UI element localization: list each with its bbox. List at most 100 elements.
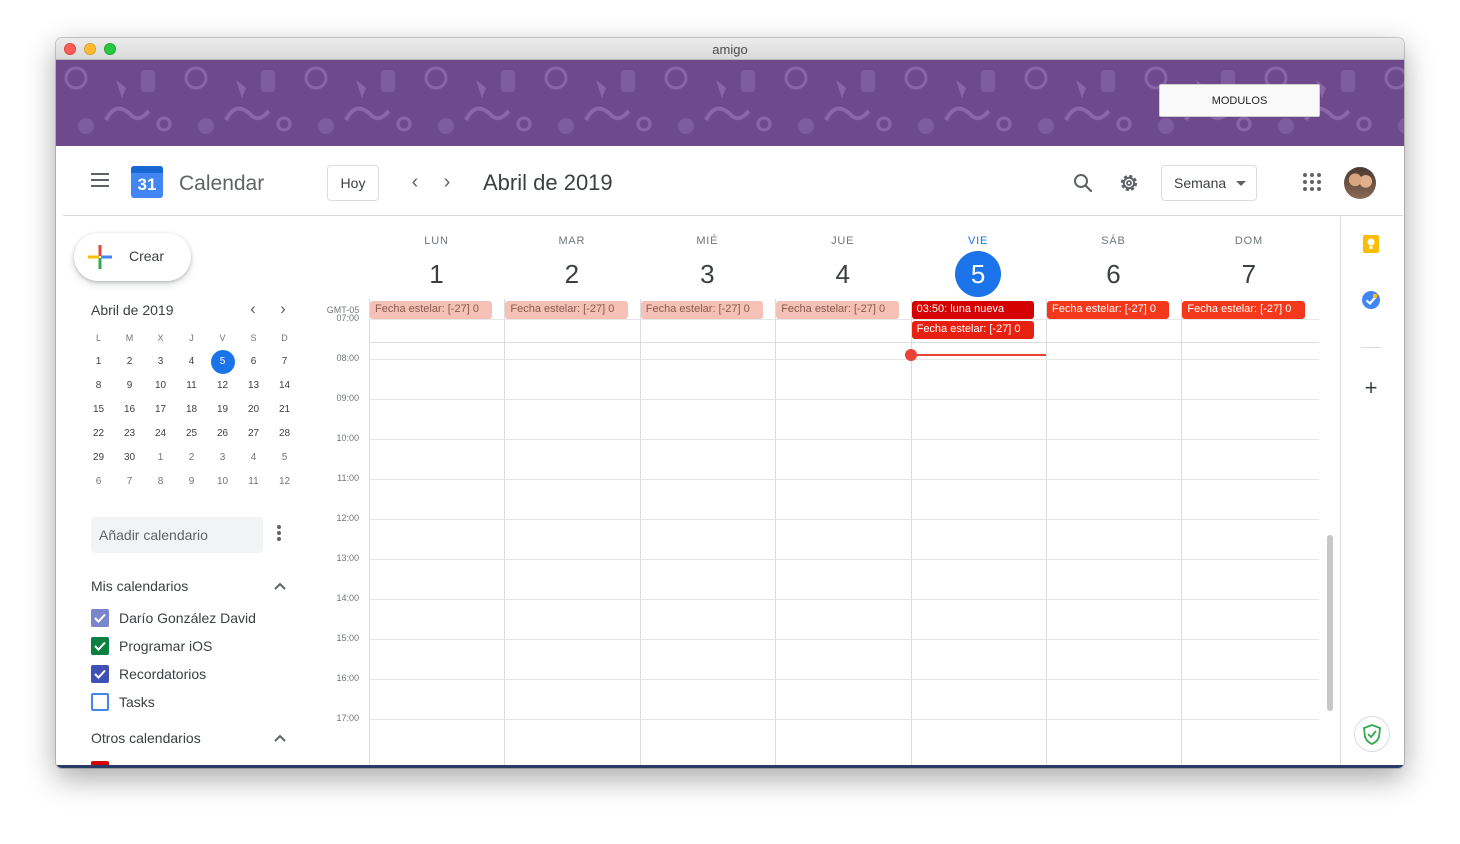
mini-day[interactable]: 1 <box>145 446 176 470</box>
mini-day[interactable]: 3 <box>145 350 176 374</box>
day-header[interactable]: SÁB 6 <box>1046 217 1181 297</box>
mini-day[interactable]: 9 <box>114 374 145 398</box>
day-number[interactable]: 2 <box>549 251 595 297</box>
mini-day[interactable]: 24 <box>145 422 176 446</box>
mini-day[interactable]: 30 <box>114 446 145 470</box>
day-number[interactable]: 5 <box>955 251 1002 297</box>
other-calendar-checkbox[interactable] <box>91 761 109 765</box>
shield-icon[interactable] <box>1354 716 1390 752</box>
calendar-checkbox[interactable] <box>91 693 109 711</box>
more-options-icon[interactable] <box>277 525 281 541</box>
gear-icon[interactable] <box>1117 171 1141 195</box>
chevron-left-icon[interactable]: ‹ <box>243 299 263 319</box>
mini-day[interactable]: 26 <box>207 422 238 446</box>
mini-day[interactable]: 6 <box>238 350 269 374</box>
mini-day[interactable]: 12 <box>207 374 238 398</box>
day-number[interactable]: 4 <box>820 251 866 297</box>
mini-day[interactable]: 22 <box>83 422 114 446</box>
scrollbar[interactable] <box>1327 535 1333 711</box>
chevron-up-icon[interactable] <box>273 579 287 593</box>
mini-day[interactable]: 5 <box>269 446 300 470</box>
add-calendar-input[interactable]: Añadir calendario <box>91 517 263 553</box>
mini-day[interactable]: 8 <box>145 470 176 494</box>
allday-event[interactable]: Fecha estelar: [-27] 0 <box>370 301 493 319</box>
mini-day[interactable]: 7 <box>114 470 145 494</box>
menu-icon[interactable] <box>91 173 109 187</box>
mini-day[interactable]: 19 <box>207 398 238 422</box>
day-number[interactable]: 6 <box>1091 251 1137 297</box>
day-header[interactable]: VIE 5 <box>911 217 1046 297</box>
mini-day[interactable]: 9 <box>176 470 207 494</box>
mini-day[interactable]: 25 <box>176 422 207 446</box>
mini-day[interactable]: 13 <box>238 374 269 398</box>
other-calendars-title[interactable]: Otros calendarios <box>91 730 201 746</box>
calendar-checkbox[interactable] <box>91 637 109 655</box>
chevron-up-icon[interactable] <box>273 731 287 745</box>
calendar-list-item[interactable]: Darío González David <box>91 608 256 628</box>
mini-day[interactable]: 7 <box>269 350 300 374</box>
mini-day[interactable]: 10 <box>145 374 176 398</box>
mini-day[interactable]: 8 <box>83 374 114 398</box>
calendar-list-item[interactable]: Programar iOS <box>91 636 212 656</box>
mini-day[interactable]: 27 <box>238 422 269 446</box>
search-icon[interactable] <box>1071 171 1095 195</box>
mini-day[interactable]: 11 <box>238 470 269 494</box>
mini-day[interactable]: 17 <box>145 398 176 422</box>
mini-day[interactable]: 1 <box>83 350 114 374</box>
day-header[interactable]: JUE 4 <box>775 217 910 297</box>
day-header[interactable]: DOM 7 <box>1181 217 1316 297</box>
mini-day[interactable]: 21 <box>269 398 300 422</box>
mini-day[interactable]: 18 <box>176 398 207 422</box>
mini-day[interactable]: 14 <box>269 374 300 398</box>
allday-event[interactable]: Fecha estelar: [-27] 0 <box>1182 301 1305 319</box>
calendar-list-item[interactable]: Recordatorios <box>91 664 206 684</box>
chevron-right-icon[interactable]: › <box>273 299 293 319</box>
calendar-logo[interactable]: 31 <box>131 166 163 198</box>
allday-event[interactable]: Fecha estelar: [-27] 0 <box>505 301 628 319</box>
mini-day[interactable]: 3 <box>207 446 238 470</box>
my-calendars-title[interactable]: Mis calendarios <box>91 578 188 594</box>
mini-day[interactable]: 16 <box>114 398 145 422</box>
mini-day[interactable]: 2 <box>176 446 207 470</box>
mini-day[interactable]: 4 <box>238 446 269 470</box>
view-selector[interactable]: Semana <box>1161 165 1257 201</box>
mini-day[interactable]: 4 <box>176 350 207 374</box>
mini-day[interactable]: 10 <box>207 470 238 494</box>
apps-icon[interactable] <box>1303 173 1321 191</box>
mini-day[interactable]: 2 <box>114 350 145 374</box>
day-number[interactable]: 1 <box>414 251 460 297</box>
mini-day-number: 30 <box>123 452 136 463</box>
day-header[interactable]: MIÉ 3 <box>640 217 775 297</box>
mini-day[interactable]: 11 <box>176 374 207 398</box>
calendar-checkbox[interactable] <box>91 609 109 627</box>
chevron-left-icon[interactable]: ‹ <box>403 171 427 195</box>
day-header[interactable]: MAR 2 <box>504 217 639 297</box>
mini-day[interactable]: 12 <box>269 470 300 494</box>
mini-day[interactable]: 23 <box>114 422 145 446</box>
avatar[interactable] <box>1344 167 1376 199</box>
add-icon[interactable]: + <box>1361 377 1381 399</box>
mini-day[interactable]: 5 <box>207 350 238 374</box>
day-number[interactable]: 3 <box>684 251 730 297</box>
window-title: amigo <box>712 42 748 57</box>
day-number[interactable]: 7 <box>1226 251 1272 297</box>
calendar-checkbox[interactable] <box>91 665 109 683</box>
allday-event[interactable]: Fecha estelar: [-27] 0 <box>776 301 899 319</box>
tasks-icon[interactable] <box>1361 290 1381 310</box>
mini-day[interactable]: 20 <box>238 398 269 422</box>
mini-day[interactable]: 28 <box>269 422 300 446</box>
day-header[interactable]: LUN 1 <box>369 217 504 297</box>
allday-event[interactable]: Fecha estelar: [-27] 0 <box>1047 301 1170 319</box>
calendar-list-item[interactable]: Tasks <box>91 692 155 712</box>
keep-icon[interactable] <box>1361 234 1381 254</box>
modulos-button[interactable]: MODULOS <box>1159 84 1320 117</box>
allday-event[interactable]: Fecha estelar: [-27] 0 <box>640 301 764 319</box>
allday-event[interactable]: Fecha estelar: [-27] 0 <box>911 321 1034 339</box>
mini-day[interactable]: 29 <box>83 446 114 470</box>
mini-day[interactable]: 15 <box>83 398 114 422</box>
mini-day[interactable]: 6 <box>83 470 114 494</box>
chevron-right-icon[interactable]: › <box>435 171 459 195</box>
create-button[interactable]: Crear <box>74 233 191 281</box>
allday-event[interactable]: 03:50: luna nueva <box>911 301 1034 319</box>
today-button[interactable]: Hoy <box>327 165 379 201</box>
